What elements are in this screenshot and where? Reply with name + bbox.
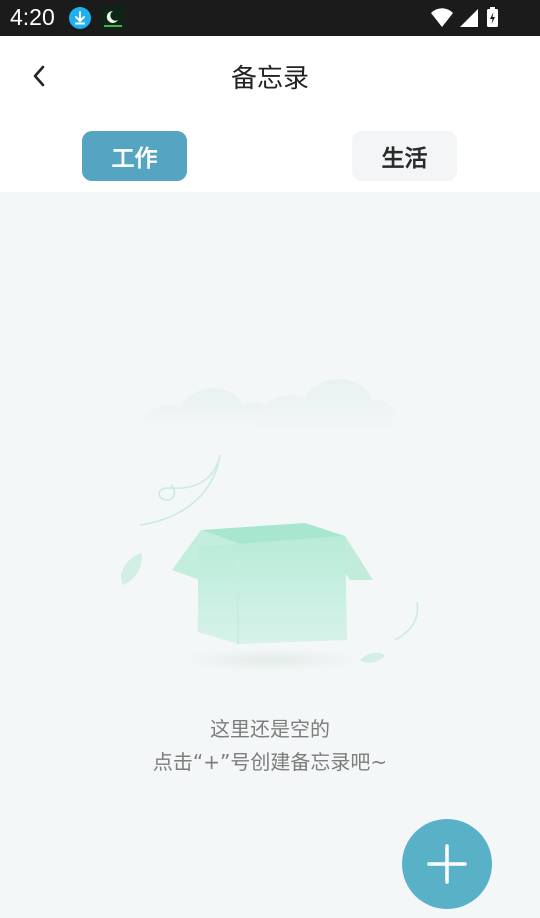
header: 备忘录 工作 生活 xyxy=(0,36,540,192)
tab-work[interactable]: 工作 xyxy=(82,131,187,181)
open-box-icon xyxy=(121,379,419,672)
status-time: 4:20 xyxy=(10,4,55,30)
plus-icon xyxy=(427,844,467,884)
empty-state-hint: 点击“+”号创建备忘录吧~ xyxy=(152,750,388,774)
empty-state-title: 这里还是空的 xyxy=(210,717,330,741)
tab-life[interactable]: 生活 xyxy=(352,131,457,181)
status-bar: 4:20 xyxy=(0,0,540,36)
wifi-icon xyxy=(431,8,453,27)
app-notification-icon xyxy=(101,6,125,30)
add-memo-button[interactable] xyxy=(402,819,492,909)
battery-icon xyxy=(487,7,498,27)
cell-signal-icon xyxy=(460,9,478,27)
cloud-icon xyxy=(140,379,399,434)
page-title: 备忘录 xyxy=(230,64,309,94)
empty-state-illustration xyxy=(105,370,435,684)
download-icon xyxy=(69,7,91,29)
status-icons xyxy=(430,7,502,33)
